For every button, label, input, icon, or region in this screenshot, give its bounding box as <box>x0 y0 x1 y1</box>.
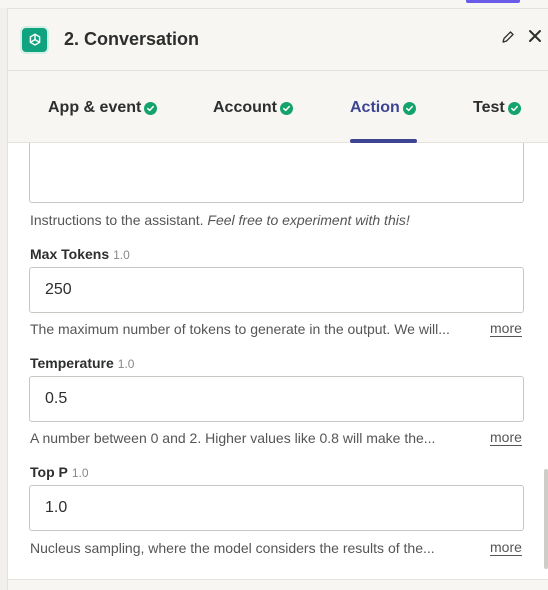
field-value: 250 <box>45 281 72 298</box>
field-value: 0.5 <box>45 390 68 407</box>
step-tabs: App & event Account Action Test <box>8 71 548 143</box>
max-tokens-label: Max Tokens 1.0 <box>30 246 130 262</box>
field-label: Max Tokens <box>30 246 110 262</box>
help-italic: Feel free to experiment with this! <box>207 212 410 228</box>
top-accent-bar <box>466 0 520 3</box>
close-icon[interactable] <box>526 27 544 45</box>
tab-action[interactable]: Action <box>350 99 416 117</box>
check-circle-icon <box>507 101 521 115</box>
step-title: 2. Conversation <box>64 29 200 49</box>
top-p-help: Nucleus sampling, where the model consid… <box>30 540 435 556</box>
openai-logo-icon <box>20 26 49 54</box>
instructions-help-text: Instructions to the assistant. Feel free… <box>30 212 410 228</box>
field-version: 1.0 <box>113 248 130 262</box>
form-content: Instructions to the assistant. Feel free… <box>8 143 548 579</box>
tab-account[interactable]: Account <box>213 99 293 117</box>
temperature-label: Temperature 1.0 <box>30 355 134 371</box>
check-circle-icon <box>144 101 158 115</box>
step-editor-panel: 2. Conversation App & event Account Acti… <box>8 8 548 590</box>
temperature-help: A number between 0 and 2. Higher values … <box>30 430 436 446</box>
field-value: 1.0 <box>45 499 68 516</box>
max-tokens-more-link[interactable]: more <box>490 320 522 336</box>
tab-label: App & event <box>48 99 142 116</box>
top-p-label: Top P 1.0 <box>30 464 89 480</box>
tab-test[interactable]: Test <box>473 99 521 117</box>
scrollbar-thumb[interactable] <box>544 469 548 569</box>
tab-label: Test <box>473 99 505 116</box>
top-p-more-link[interactable]: more <box>490 539 522 555</box>
step-header: 2. Conversation <box>8 9 548 71</box>
instructions-textarea[interactable] <box>29 143 524 203</box>
left-rail <box>0 0 8 590</box>
help-plain: Instructions to the assistant. <box>30 212 208 228</box>
field-label: Temperature <box>30 355 114 371</box>
tab-label: Account <box>213 99 277 116</box>
max-tokens-input[interactable]: 250 <box>29 267 524 313</box>
max-tokens-help: The maximum number of tokens to generate… <box>30 321 450 337</box>
temperature-more-link[interactable]: more <box>490 429 522 445</box>
panel-footer <box>8 579 548 590</box>
top-p-input[interactable]: 1.0 <box>29 485 524 531</box>
pencil-icon[interactable] <box>500 29 516 45</box>
check-circle-icon <box>402 101 416 115</box>
tab-app-event[interactable]: App & event <box>48 99 158 117</box>
tab-label: Action <box>350 99 400 116</box>
check-circle-icon <box>280 101 293 115</box>
temperature-input[interactable]: 0.5 <box>29 376 524 422</box>
field-version: 1.0 <box>71 466 89 480</box>
field-version: 1.0 <box>117 357 135 371</box>
field-label: Top P <box>30 464 68 480</box>
